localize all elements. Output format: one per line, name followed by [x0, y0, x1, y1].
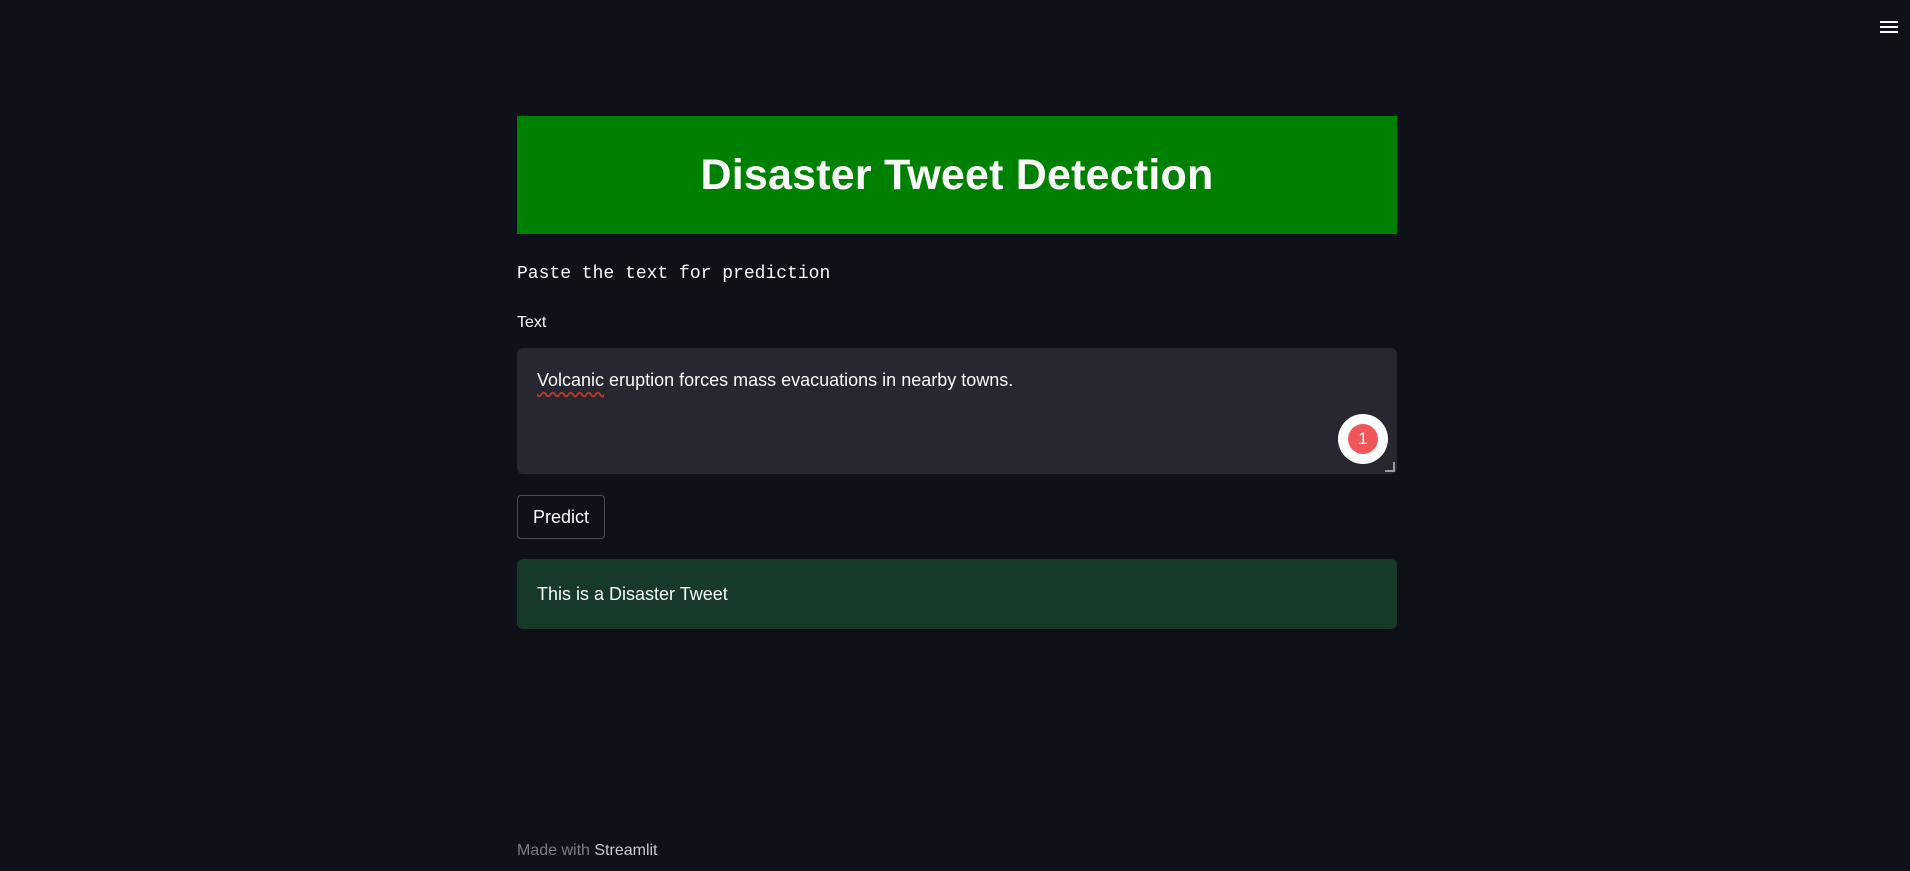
text-input-area[interactable]: Volcanic eruption forces mass evacuation… — [517, 348, 1397, 474]
result-message: This is a Disaster Tweet — [537, 583, 728, 604]
footer: Made with Streamlit — [517, 842, 658, 860]
text-field-label: Text — [517, 314, 547, 331]
text-input-value[interactable]: Volcanic eruption forces mass evacuation… — [537, 370, 1013, 391]
app-root: Disaster Tweet Detection Paste the text … — [0, 0, 1910, 871]
grammarly-count-badge: 1 — [1348, 424, 1378, 454]
grammarly-icon[interactable]: 1 — [1338, 414, 1388, 464]
page-title: Disaster Tweet Detection — [700, 150, 1214, 199]
text-input-rest: eruption forces mass evacuations in near… — [604, 370, 1014, 390]
instruction-text: Paste the text for prediction — [517, 264, 831, 284]
footer-streamlit-link[interactable]: Streamlit — [594, 842, 657, 859]
title-banner: Disaster Tweet Detection — [517, 116, 1397, 234]
resize-handle-icon[interactable] — [1385, 462, 1395, 472]
misspelled-word[interactable]: Volcanic — [537, 370, 604, 390]
hamburger-menu-icon[interactable] — [1880, 18, 1900, 36]
main-content: Disaster Tweet Detection Paste the text … — [517, 116, 1397, 629]
result-success-box: This is a Disaster Tweet — [517, 559, 1397, 629]
predict-button[interactable]: Predict — [517, 495, 606, 539]
footer-made-with: Made with — [517, 842, 595, 859]
